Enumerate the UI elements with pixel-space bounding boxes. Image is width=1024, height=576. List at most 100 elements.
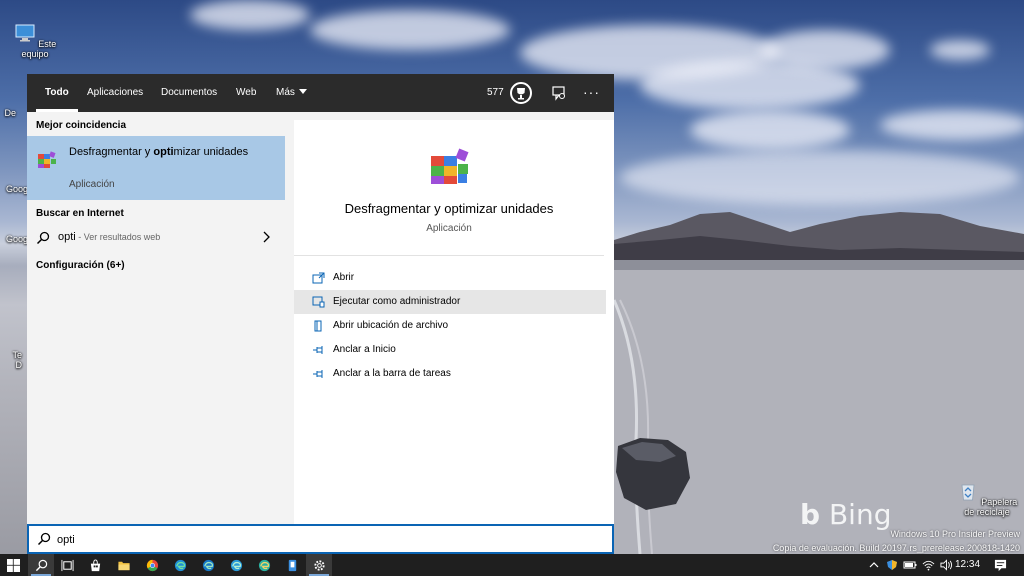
- feedback-icon[interactable]: [551, 85, 567, 101]
- action-label: Anclar a Inicio: [333, 344, 396, 355]
- web-search-result[interactable]: opti - Ver resultados web: [27, 225, 285, 251]
- title-highlight: opti: [153, 146, 174, 158]
- partial-desktop-icon[interactable]: De: [0, 108, 16, 118]
- tab-aplicaciones[interactable]: Aplicaciones: [87, 74, 143, 112]
- search-box[interactable]: [27, 524, 614, 554]
- tab-web[interactable]: Web: [236, 74, 256, 112]
- tab-documentos[interactable]: Documentos: [161, 74, 217, 112]
- best-match-header: Mejor coincidencia: [36, 120, 127, 131]
- bing-b-icon: b: [800, 498, 821, 531]
- tab-todo[interactable]: Todo: [36, 74, 78, 112]
- pin-icon: [313, 346, 323, 354]
- partial-icon-label: De: [4, 108, 16, 118]
- result-preview-pane: Desfragmentar y optimizar unidades Aplic…: [294, 120, 614, 526]
- action-open-file-location[interactable]: Abrir ubicación de archivo: [294, 314, 606, 338]
- search-icon: [36, 231, 50, 245]
- preview-subtitle: Aplicación: [426, 223, 472, 234]
- folder-icon: [118, 561, 130, 570]
- web-result-term: opti: [58, 231, 76, 243]
- web-result-text: opti - Ver resultados web: [58, 231, 160, 243]
- edge-beta-icon: [202, 559, 214, 571]
- search-input[interactable]: [57, 531, 597, 549]
- watermark-line-1: Windows 10 Pro Insider Preview: [890, 529, 1020, 539]
- pin-icon: [313, 370, 323, 378]
- gear-icon: [313, 559, 325, 571]
- web-result-hint: - Ver resultados web: [75, 232, 161, 242]
- best-match-result[interactable]: Desfragmentar y optimizar unidades Aplic…: [27, 136, 285, 200]
- taskbar-store[interactable]: [82, 554, 108, 576]
- battery-icon: [903, 561, 917, 569]
- taskbar-settings[interactable]: [306, 554, 332, 576]
- more-options-icon[interactable]: ···: [583, 74, 600, 110]
- this-pc-desktop-icon[interactable]: Este equipo: [0, 22, 70, 59]
- volume-icon: [939, 559, 952, 571]
- internet-search-header: Buscar en Internet: [36, 208, 124, 219]
- tab-mas[interactable]: Más: [276, 74, 307, 112]
- action-pin-to-taskbar[interactable]: Anclar a la barra de tareas: [294, 362, 606, 386]
- tab-label: Documentos: [161, 87, 218, 98]
- action-label: Abrir: [333, 272, 355, 283]
- edge-canary-icon: [258, 559, 270, 571]
- action-open[interactable]: Abrir: [294, 266, 606, 290]
- file-location-icon: [314, 320, 322, 332]
- action-pin-to-start[interactable]: Anclar a Inicio: [294, 338, 606, 362]
- task-view-button[interactable]: [54, 554, 80, 576]
- partial-desktop-icon[interactable]: Goog: [0, 234, 28, 244]
- taskbar-edge[interactable]: [167, 554, 193, 576]
- preview-title: Desfragmentar y optimizar unidades: [344, 201, 554, 216]
- taskbar-clock[interactable]: 12:34: [955, 554, 980, 576]
- action-run-as-admin[interactable]: Ejecutar como administrador: [294, 290, 606, 314]
- partial-icon-label: D: [15, 360, 23, 370]
- search-icon: [37, 532, 51, 546]
- chevron-up-icon: [869, 562, 879, 568]
- tray-network-shield[interactable]: [884, 554, 900, 576]
- store-icon: [90, 558, 100, 571]
- best-match-title: Desfragmentar y optimizar unidades: [69, 145, 269, 160]
- best-match-subtitle: Aplicación: [69, 179, 115, 190]
- title-part: Desfragmentar y: [69, 146, 154, 158]
- run-as-admin-icon: [312, 296, 325, 308]
- start-button[interactable]: [0, 554, 26, 576]
- partial-desktop-icon[interactable]: Te: [0, 350, 22, 360]
- shield-icon: [887, 560, 897, 570]
- taskbar-search-button[interactable]: [28, 554, 54, 576]
- taskbar: 12:34: [0, 554, 1024, 576]
- search-panel: Todo Aplicaciones Documentos Web Más 577…: [27, 74, 614, 554]
- tab-label: Aplicaciones: [87, 87, 144, 98]
- notification-icon: [994, 559, 1006, 571]
- tray-volume[interactable]: [938, 554, 954, 576]
- action-center-button[interactable]: [990, 554, 1010, 576]
- title-part: mizar unidades: [173, 146, 249, 158]
- recycle-bin-desktop-icon[interactable]: Papelera de reciclaje: [952, 480, 1022, 517]
- chevron-right-icon[interactable]: [261, 231, 271, 243]
- watermark-line-2: Copia de evaluación. Build 20197.rs_prer…: [772, 543, 1020, 553]
- settings-header[interactable]: Configuración (6+): [36, 260, 125, 271]
- taskbar-file-explorer[interactable]: [111, 554, 137, 576]
- partial-desktop-icon[interactable]: D: [0, 360, 23, 370]
- action-label: Abrir ubicación de archivo: [333, 320, 449, 331]
- defrag-app-large-icon: [431, 148, 469, 184]
- partial-desktop-icon[interactable]: Goog: [0, 184, 28, 194]
- taskbar-edge-dev[interactable]: [223, 554, 249, 576]
- search-filter-bar: Todo Aplicaciones Documentos Web Más 577…: [27, 74, 614, 112]
- rewards-trophy-icon[interactable]: [510, 82, 532, 104]
- tray-battery[interactable]: [902, 554, 918, 576]
- bing-logo-text: Bing: [828, 498, 892, 531]
- partial-icon-label: Goog: [5, 184, 28, 194]
- caret-down-icon: [298, 89, 307, 94]
- tray-wifi[interactable]: [920, 554, 936, 576]
- rewards-points: 577: [487, 87, 504, 98]
- taskbar-app[interactable]: [279, 554, 305, 576]
- taskbar-edge-canary[interactable]: [251, 554, 277, 576]
- show-hidden-icons-button[interactable]: [866, 554, 882, 576]
- tab-label: Web: [236, 87, 257, 98]
- results-list: Mejor coincidencia Desfragmentar y optim…: [27, 112, 285, 526]
- recycle-bin-icon: [961, 484, 975, 501]
- open-icon: [312, 272, 325, 284]
- windows-logo-icon: [6, 558, 20, 572]
- taskbar-edge-beta[interactable]: [195, 554, 221, 576]
- app-icon: [288, 559, 296, 571]
- taskbar-chrome[interactable]: [139, 554, 165, 576]
- divider: [294, 255, 604, 256]
- task-view-icon: [60, 559, 74, 571]
